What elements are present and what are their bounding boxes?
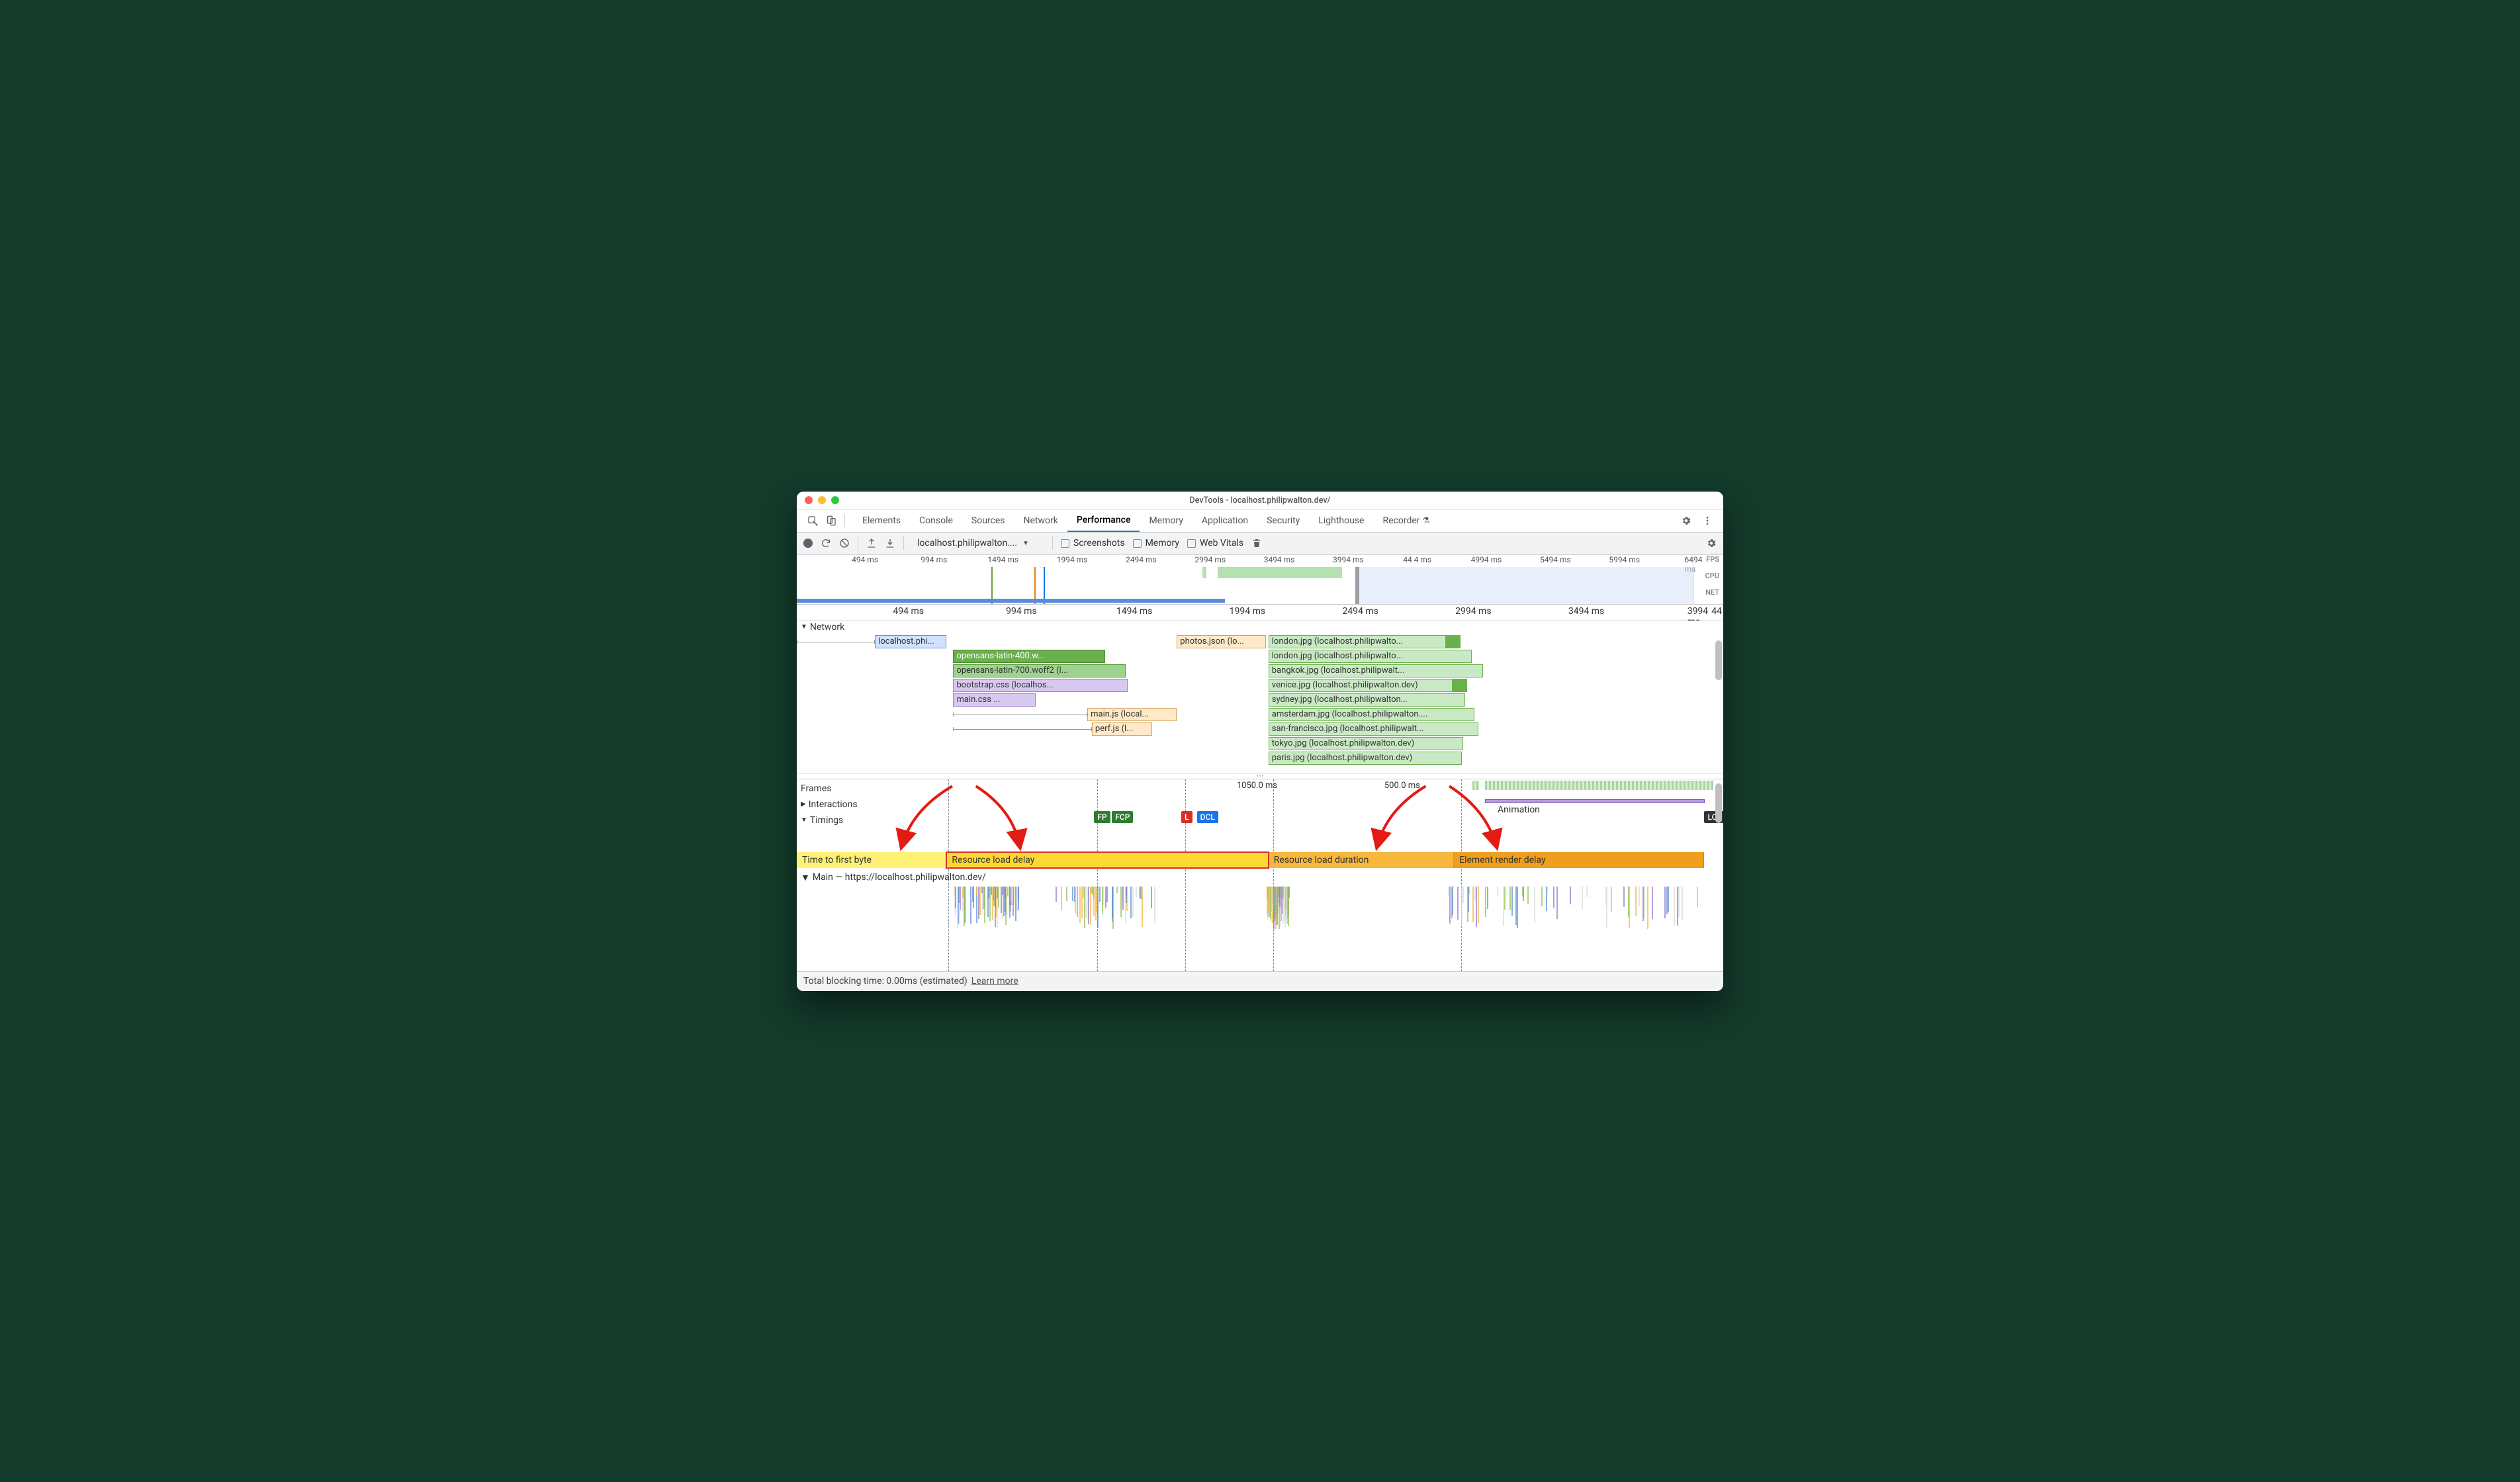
network-resource-bar[interactable]: london.jpg (localhost.philipwalto... (1269, 650, 1472, 663)
frames-track[interactable]: 1050.0 ms500.0 msAnimation (863, 781, 1713, 791)
panel-tabs: Elements Console Sources Network Perform… (797, 510, 1723, 533)
network-resource-bar[interactable]: main.js (local... (1087, 708, 1177, 721)
lcp-subpart[interactable]: Time to first byte (797, 852, 946, 868)
tab-lighthouse[interactable]: Lighthouse (1309, 510, 1373, 532)
device-toolbar-icon[interactable] (826, 515, 836, 526)
memory-checkbox[interactable]: Memory (1133, 538, 1179, 548)
overview-lane-fps: FPS (1693, 555, 1723, 572)
timing-badge-dcl[interactable]: DCL (1197, 811, 1218, 823)
timing-badge-fp[interactable]: FP (1094, 811, 1110, 823)
flamechart-lower[interactable]: Frames 1050.0 ms500.0 msAnimation ▶Inter… (797, 779, 1723, 971)
tab-performance[interactable]: Performance (1067, 510, 1140, 532)
window-titlebar: DevTools - localhost.philipwalton.dev/ (797, 492, 1723, 510)
network-resource-bar[interactable]: sydney.jpg (localhost.philipwalton... (1269, 693, 1465, 707)
network-resource-bar[interactable]: main.css ... (953, 693, 1036, 707)
maximize-window-button[interactable] (831, 496, 839, 504)
flask-icon: ⚗ (1422, 516, 1430, 526)
web-vitals-checkbox[interactable]: Web Vitals (1187, 538, 1243, 548)
close-window-button[interactable] (805, 496, 813, 504)
traffic-lights (805, 496, 839, 504)
timing-badge-fcp[interactable]: FCP (1112, 811, 1133, 823)
interactions-track-header[interactable]: ▶Interactions (797, 797, 858, 812)
tab-memory[interactable]: Memory (1140, 510, 1192, 532)
tab-application[interactable]: Application (1192, 510, 1257, 532)
network-track[interactable]: ▼Network localhost.phi... opensans-latin-… (797, 621, 1723, 773)
network-resource-bar[interactable]: london.jpg (localhost.philipwalto... (1269, 635, 1461, 648)
window-title: DevTools - localhost.philipwalton.dev/ (797, 496, 1723, 505)
flamechart-time-ruler[interactable]: 44 494 ms994 ms1494 ms1994 ms2494 ms2994… (797, 605, 1723, 621)
tab-security[interactable]: Security (1257, 510, 1309, 532)
clear-icon[interactable] (839, 538, 850, 548)
network-resource-bar[interactable]: localhost.phi... (875, 635, 946, 648)
capture-settings-gear-icon[interactable] (1706, 538, 1717, 548)
frames-track-header[interactable]: Frames (797, 781, 832, 797)
overview-lane-net: NET (1693, 588, 1723, 605)
tab-console[interactable]: Console (910, 510, 962, 532)
scrollbar-thumb[interactable] (1715, 640, 1722, 680)
lcp-subpart[interactable]: Resource load delay (946, 852, 1268, 868)
screenshots-checkbox[interactable]: Screenshots (1061, 538, 1125, 548)
lcp-subpart[interactable]: Element render delay (1454, 852, 1704, 868)
timings-track[interactable]: FPFCPLDCLLCP (797, 811, 1713, 839)
download-profile-icon[interactable] (885, 538, 895, 548)
network-resource-bar[interactable]: photos.json (lo... (1177, 635, 1266, 648)
timing-badge-l[interactable]: L (1181, 811, 1192, 823)
profile-url-text: localhost.philipwalton.... (917, 538, 1017, 548)
reload-record-icon[interactable] (821, 538, 831, 548)
devtools-window: DevTools - localhost.philipwalton.dev/ E… (797, 492, 1723, 991)
blocking-time-text: Total blocking time: 0.00ms (estimated) (803, 976, 968, 986)
tab-elements[interactable]: Elements (853, 510, 910, 532)
status-bar: Total blocking time: 0.00ms (estimated) … (797, 971, 1723, 991)
performance-toolbar: localhost.philipwalton.... ▼ Screenshots… (797, 533, 1723, 555)
network-track-header[interactable]: ▼Network (797, 621, 1723, 634)
learn-more-link[interactable]: Learn more (971, 976, 1018, 986)
network-resource-bar[interactable]: tokyo.jpg (localhost.philipwalton.dev) (1269, 737, 1463, 750)
record-button[interactable] (803, 539, 813, 548)
profile-url-select[interactable]: localhost.philipwalton.... ▼ (912, 537, 1044, 550)
settings-gear-icon[interactable] (1681, 515, 1691, 526)
tab-recorder[interactable]: Recorder ⚗ (1373, 510, 1439, 532)
network-resource-bar[interactable]: san-francisco.jpg (localhost.philipwalt.… (1269, 722, 1479, 736)
network-resource-bar[interactable]: venice.jpg (localhost.philipwalton.dev) (1269, 679, 1468, 692)
network-resource-bar[interactable]: perf.js (l... (1092, 722, 1152, 736)
network-resource-bar[interactable]: amsterdam.jpg (localhost.philipwalton...… (1269, 708, 1474, 721)
tab-sources[interactable]: Sources (962, 510, 1014, 532)
lcp-subparts-bar[interactable]: Time to first byteResource load delayRes… (797, 852, 1713, 868)
dropdown-triangle-icon: ▼ (1022, 540, 1029, 547)
kebab-menu-icon[interactable] (1702, 515, 1713, 526)
tab-network[interactable]: Network (1014, 510, 1067, 532)
upload-profile-icon[interactable] (866, 538, 877, 548)
overview-lane-cpu: CPU (1693, 572, 1723, 588)
overview-minimap[interactable]: 494 ms994 ms1494 ms1994 ms2494 ms2994 ms… (797, 555, 1723, 605)
network-resource-bar[interactable]: bootstrap.css (localhos... (953, 679, 1127, 692)
scrollbar-thumb[interactable] (1715, 783, 1722, 823)
lcp-subpart[interactable]: Resource load duration (1269, 852, 1454, 868)
trash-icon[interactable] (1251, 538, 1262, 548)
main-thread-track[interactable] (797, 887, 1713, 939)
main-thread-header[interactable]: ▼Main — https://localhost.philipwalton.d… (801, 872, 986, 883)
network-resource-bar[interactable]: bangkok.jpg (localhost.philipwalt... (1269, 664, 1483, 677)
minimize-window-button[interactable] (818, 496, 826, 504)
network-resource-bar[interactable]: opensans-latin-400.w... (953, 650, 1105, 663)
inspect-element-icon[interactable] (807, 515, 818, 526)
network-resource-bar[interactable]: opensans-latin-700.woff2 (l... (953, 664, 1125, 677)
pane-splitter[interactable]: ⋯ (797, 773, 1723, 779)
network-resource-bar[interactable]: paris.jpg (localhost.philipwalton.dev) (1269, 752, 1462, 765)
